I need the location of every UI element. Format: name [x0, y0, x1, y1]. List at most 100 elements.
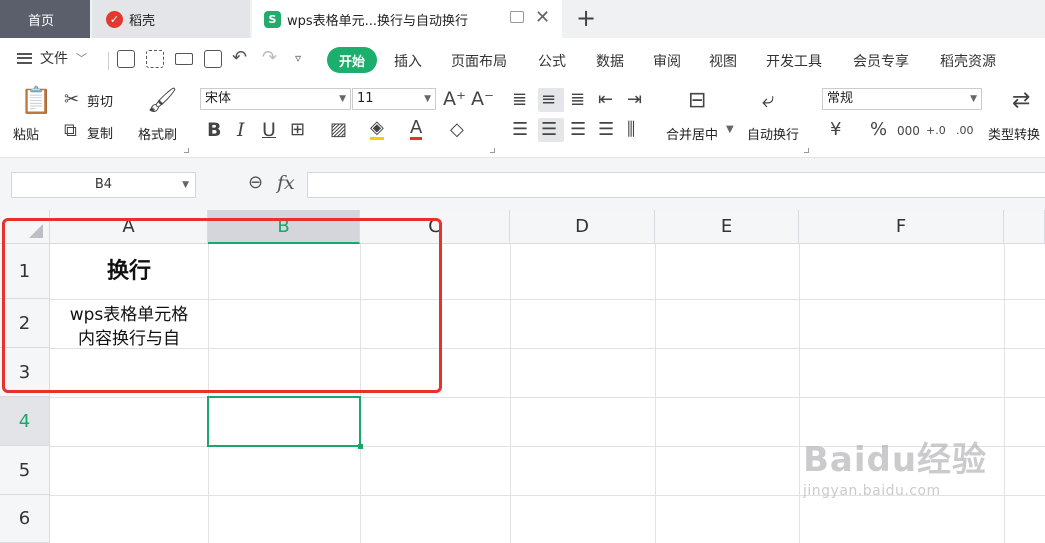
italic-icon[interactable]: I — [237, 119, 245, 141]
increase-decimal-icon[interactable]: +.0 — [926, 120, 946, 142]
menu-page-layout[interactable]: 页面布局 — [451, 51, 507, 71]
bold-icon[interactable]: B — [207, 119, 221, 141]
row-header-4[interactable]: 4 — [0, 397, 50, 446]
column-header-f[interactable]: F — [799, 210, 1004, 244]
align-bottom-icon[interactable]: ≣ — [570, 89, 585, 111]
chevron-down-icon: ▼ — [970, 94, 977, 104]
menu-daoke-resources[interactable]: 稻壳资源 — [940, 51, 996, 71]
percent-icon[interactable]: % — [870, 119, 887, 141]
clipboard-dialog-launcher[interactable] — [184, 148, 189, 153]
menu-member[interactable]: 会员专享 — [853, 51, 909, 71]
justify-icon[interactable]: ☰ — [598, 119, 614, 141]
tab-home[interactable]: 首页 — [0, 0, 90, 38]
spreadsheet-logo-icon: S — [264, 10, 281, 28]
paste-button[interactable]: 粘贴 — [13, 124, 39, 143]
alignment-dialog-launcher[interactable] — [804, 148, 809, 153]
cut-icon[interactable]: ✂ — [64, 89, 79, 111]
hamburger-icon — [17, 52, 32, 64]
font-size-value: 11 — [357, 91, 374, 106]
format-painter-icon[interactable]: 🖌 — [147, 86, 177, 114]
print-preview-icon[interactable] — [204, 50, 222, 68]
menu-review[interactable]: 审阅 — [653, 51, 681, 71]
file-menu-label: 文件 — [40, 51, 68, 67]
align-center-icon[interactable]: ☰ — [541, 119, 557, 141]
formula-bar: B4 ▼ ⊖ fx — [0, 158, 1045, 210]
merge-center-button[interactable]: 合并居中 — [666, 124, 718, 143]
formula-input[interactable] — [307, 172, 1045, 198]
new-tab-icon[interactable]: + — [576, 4, 596, 32]
watermark-main-text: Baidu经验 — [803, 440, 988, 480]
wrap-text-icon[interactable]: ⤶ — [762, 88, 774, 114]
column-header-e[interactable]: E — [655, 210, 799, 244]
menu-start[interactable]: 开始 — [327, 47, 377, 73]
menu-formula[interactable]: 公式 — [538, 51, 566, 71]
fill-pattern-icon[interactable]: ▨ — [330, 119, 347, 141]
font-dialog-launcher[interactable] — [490, 148, 495, 153]
increase-indent-icon[interactable]: ⇥ — [627, 89, 642, 111]
file-menu[interactable]: 文件 ﹀ — [17, 48, 87, 68]
menu-developer[interactable]: 开发工具 — [766, 51, 822, 71]
number-format-select[interactable]: 常规 ▼ — [822, 88, 982, 110]
font-name-select[interactable]: 宋体 ▼ — [200, 88, 351, 110]
currency-icon[interactable]: ¥ — [830, 119, 841, 141]
align-right-icon[interactable]: ☰ — [570, 119, 586, 141]
font-size-select[interactable]: 11 ▼ — [352, 88, 436, 110]
thousands-separator-icon[interactable]: 000 — [897, 120, 920, 142]
type-convert-icon[interactable]: ⇄ — [1012, 88, 1030, 114]
increase-font-size-icon[interactable]: A⁺ — [443, 88, 466, 110]
menu-bar: 文件 ﹀ ↶ ↷ ▿ 开始 插入 页面布局 公式 数据 审阅 视图 开发工具 会… — [0, 40, 1045, 80]
chevron-down-icon: ▼ — [424, 94, 431, 104]
fill-color-icon[interactable]: ◈ — [370, 119, 384, 140]
tab-daoke-label: 稻壳 — [129, 13, 156, 29]
save-as-icon[interactable] — [146, 50, 164, 68]
paste-icon[interactable]: 📋 — [20, 86, 52, 116]
menu-data[interactable]: 数据 — [596, 51, 624, 71]
column-header-next[interactable] — [1004, 210, 1045, 244]
clear-format-icon[interactable]: ◇ — [450, 119, 464, 141]
copy-button[interactable]: 复制 — [87, 123, 113, 142]
tab-bar: 首页 ✓ 稻壳 S wps表格单元...换行与自动换行 ✕ + — [0, 0, 1045, 38]
gridline — [50, 397, 1045, 398]
align-middle-icon[interactable]: ≡ — [541, 89, 556, 111]
save-icon[interactable] — [117, 50, 135, 68]
font-color-icon[interactable]: A — [410, 119, 423, 140]
row-header-5[interactable]: 5 — [0, 446, 50, 495]
align-left-icon[interactable]: ☰ — [512, 119, 528, 141]
align-top-icon[interactable]: ≣ — [512, 89, 527, 111]
menu-view[interactable]: 视图 — [709, 51, 737, 71]
undo-icon[interactable]: ↶ — [232, 46, 247, 70]
print-icon[interactable] — [175, 53, 193, 65]
merge-center-icon[interactable]: ⊟ — [688, 88, 706, 114]
borders-icon[interactable]: ⊞ — [290, 119, 305, 141]
decrease-decimal-icon[interactable]: .00 — [956, 120, 974, 142]
tab-daoke[interactable]: ✓ 稻壳 — [92, 0, 250, 38]
tab-home-label: 首页 — [28, 13, 55, 29]
name-box[interactable]: B4 ▼ — [11, 172, 196, 198]
wps-spreadsheet-window: 首页 ✓ 稻壳 S wps表格单元...换行与自动换行 ✕ + 文件 ﹀ ↶ ↷… — [0, 0, 1045, 543]
customize-toolbar-icon[interactable]: ▿ — [295, 46, 301, 70]
font-name-value: 宋体 — [205, 91, 232, 106]
redo-icon[interactable]: ↷ — [262, 46, 277, 70]
menu-insert[interactable]: 插入 — [394, 51, 422, 71]
wrap-text-button[interactable]: 自动换行 — [747, 124, 799, 143]
cut-button[interactable]: 剪切 — [87, 91, 113, 110]
zoom-search-icon[interactable]: ⊖ — [248, 172, 263, 193]
row-header-6[interactable]: 6 — [0, 495, 50, 543]
underline-icon[interactable]: U — [262, 119, 276, 141]
column-header-d[interactable]: D — [510, 210, 655, 244]
decrease-font-size-icon[interactable]: A⁻ — [471, 88, 494, 110]
float-window-icon[interactable] — [510, 11, 524, 23]
active-cell-b4[interactable] — [207, 396, 363, 449]
distributed-align-icon[interactable]: ⫼ — [627, 119, 635, 141]
insert-function-icon[interactable]: fx — [277, 172, 295, 194]
close-tab-icon[interactable]: ✕ — [535, 7, 550, 29]
chevron-down-icon: ▼ — [182, 180, 189, 190]
chevron-down-icon: ﹀ — [76, 52, 87, 65]
format-painter-button[interactable]: 格式刷 — [138, 124, 177, 143]
copy-icon[interactable]: ⧉ — [64, 120, 77, 142]
chevron-down-icon[interactable]: ▼ — [726, 124, 734, 135]
tab-document[interactable]: S wps表格单元...换行与自动换行 ✕ — [252, 0, 562, 38]
gridline — [510, 244, 511, 543]
type-convert-button[interactable]: 类型转换 — [988, 124, 1040, 143]
decrease-indent-icon[interactable]: ⇤ — [598, 89, 613, 111]
